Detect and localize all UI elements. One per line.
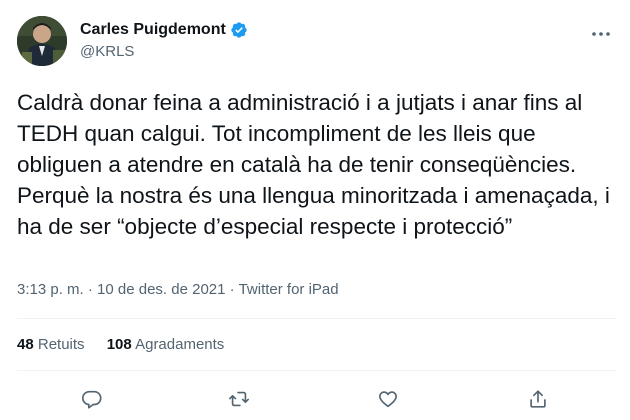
divider xyxy=(17,370,617,371)
meta-separator: · xyxy=(87,281,93,298)
retweet-icon[interactable] xyxy=(224,384,254,414)
likes-label: Agradaments xyxy=(135,336,225,353)
divider xyxy=(17,318,617,319)
avatar-image xyxy=(17,16,67,66)
reply-icon[interactable] xyxy=(77,384,107,414)
verified-badge-icon xyxy=(231,22,247,38)
tweet-actions xyxy=(0,384,630,414)
author-names: Carles Puigdemont @KRLS xyxy=(80,19,248,60)
handle[interactable]: @KRLS xyxy=(80,43,248,60)
tweet-meta: 3:13 p. m. · 10 de des. de 2021 · Twitte… xyxy=(17,281,339,298)
avatar[interactable] xyxy=(17,16,67,66)
tweet-card: Carles Puigdemont @KRLS Caldrà donar fei… xyxy=(0,0,630,420)
tweet-header: Carles Puigdemont @KRLS xyxy=(17,16,617,68)
tweet-date[interactable]: 10 de des. de 2021 xyxy=(97,281,225,298)
retweets-stat[interactable]: 48 Retuits xyxy=(17,336,85,353)
likes-stat[interactable]: 108 Agradaments xyxy=(107,336,225,353)
more-horizontal-icon[interactable] xyxy=(589,22,613,46)
tweet-time[interactable]: 3:13 p. m. xyxy=(17,281,84,298)
display-name[interactable]: Carles Puigdemont xyxy=(80,21,226,39)
tweet-source[interactable]: Twitter for iPad xyxy=(239,281,339,298)
likes-count: 108 xyxy=(106,336,132,353)
tweet-text: Caldrà donar feina a administració i a j… xyxy=(17,90,610,239)
retweets-label: Retuits xyxy=(37,336,85,353)
share-icon[interactable] xyxy=(523,384,553,414)
meta-separator: · xyxy=(229,281,235,298)
retweets-count: 48 xyxy=(17,336,34,353)
heart-icon[interactable] xyxy=(373,384,403,414)
tweet-stats: 48 Retuits 108 Agradaments xyxy=(17,336,242,353)
display-name-row: Carles Puigdemont xyxy=(80,19,248,41)
